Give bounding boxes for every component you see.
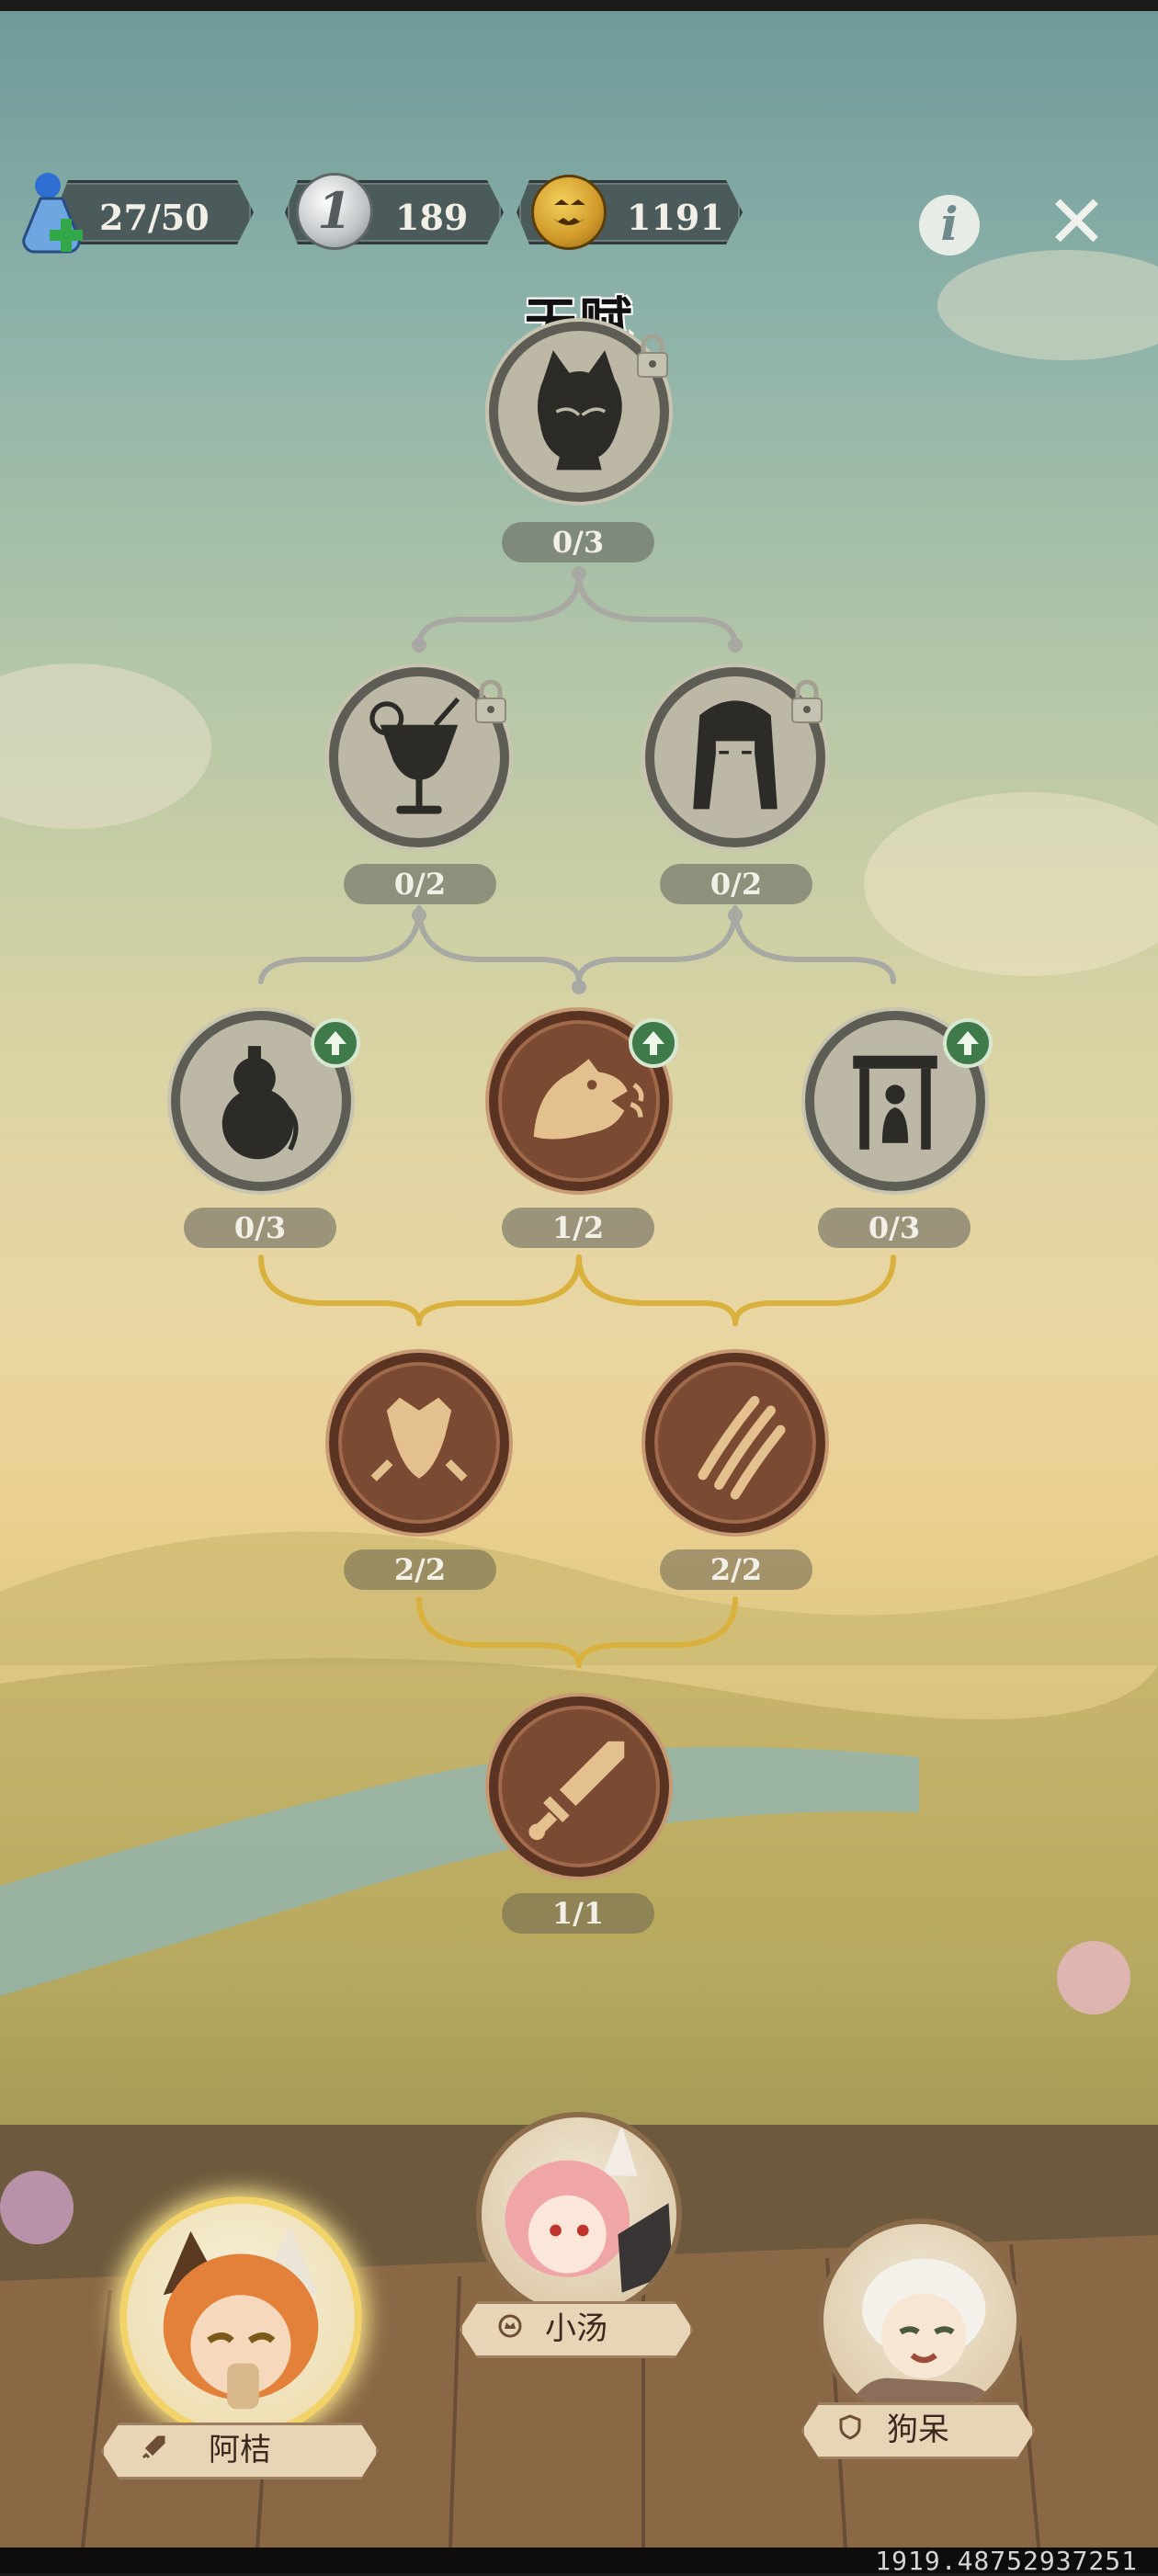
character-portrait [818,2219,1022,2423]
shield-icon [370,1397,468,1481]
talent-node-tier4-shield[interactable] [329,1353,509,1533]
crown-icon [498,2314,522,2338]
character-portrait [476,2112,682,2318]
sword-icon [528,1741,625,1841]
footer-readout: 1919.48752937251 [875,2546,1138,2576]
shield-icon [839,2414,861,2440]
talent-count: 2/2 [344,1549,496,1590]
talent-count: 0/3 [818,1208,971,1248]
upgrade-arrow-icon [311,1018,360,1068]
upgrade-arrow-icon [629,1018,678,1068]
character-portrait [119,2196,362,2439]
talent-count: 0/3 [502,522,654,562]
talent-count: 1/2 [502,1208,654,1248]
lock-icon [791,680,823,723]
lock-icon [637,335,668,378]
claw-marks-icon [698,1395,786,1500]
character-name: 小汤 [545,2310,607,2347]
talent-node-tier5-sword[interactable] [489,1697,669,1877]
talent-count: 0/3 [184,1208,336,1248]
talent-node-tier4-claw[interactable] [645,1353,825,1533]
talent-screen: 27/50 1 189 1191 i ✕ 天赋 [0,11,1158,2548]
lock-icon [475,680,506,723]
talent-count: 0/2 [660,864,812,904]
character-name: 狗呆 [887,2411,949,2448]
talent-count: 1/1 [502,1893,654,1934]
character-name-plate: 小汤 [460,2301,693,2358]
sword-icon [142,2435,165,2459]
character-name: 阿桔 [209,2432,271,2468]
upgrade-arrow-icon [943,1018,993,1068]
talent-count: 0/2 [344,864,496,904]
talent-count: 2/2 [660,1549,812,1590]
